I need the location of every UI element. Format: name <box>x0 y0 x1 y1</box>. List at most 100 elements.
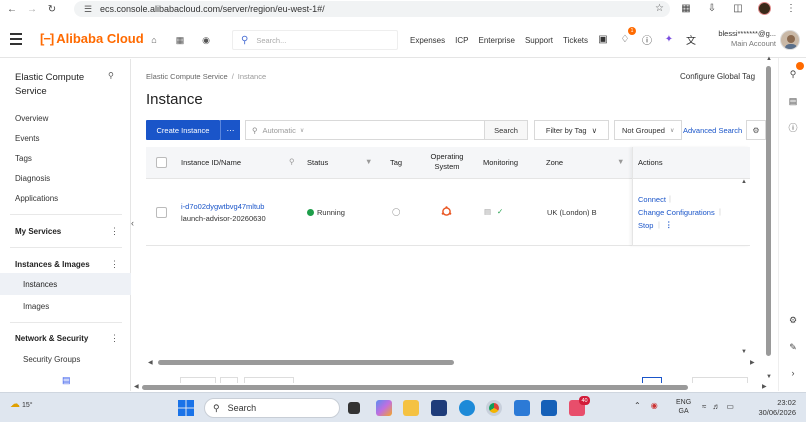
clock[interactable]: 23:02 30/06/2026 <box>754 398 796 418</box>
table-horizontal-scrollbar[interactable]: ◀ ▶ <box>146 359 756 366</box>
taskbar-search[interactable]: ⚲ Search <box>204 398 340 418</box>
security-icon[interactable]: ◉ <box>651 401 658 410</box>
stop-link[interactable]: Stop <box>638 221 653 230</box>
page-horizontal-scrollbar[interactable]: ◀ ▶ <box>132 383 772 391</box>
advanced-search-link[interactable]: Advanced Search <box>683 126 742 135</box>
table-settings-icon[interactable]: ⚙ <box>746 120 766 140</box>
store-icon[interactable] <box>431 400 447 416</box>
account-avatar[interactable] <box>780 30 800 50</box>
download-icon[interactable]: ⇩ <box>706 3 718 15</box>
battery-icon[interactable]: ▭ <box>726 402 734 411</box>
nav-link-support[interactable]: Support <box>525 36 553 45</box>
vscode-icon[interactable] <box>514 400 530 416</box>
instances-images-more-icon[interactable]: ⋮ <box>110 259 119 270</box>
scrollbar-thumb[interactable] <box>766 66 771 356</box>
volume-icon[interactable]: ♬ <box>712 402 720 411</box>
browser-menu-icon[interactable]: ⋮ <box>785 3 797 15</box>
reload-icon[interactable]: ↻ <box>46 3 58 15</box>
search-button[interactable]: Search <box>484 120 528 140</box>
nav-link-icp[interactable]: ICP <box>455 36 468 45</box>
task-view-icon[interactable] <box>348 402 360 414</box>
status-filter-icon[interactable]: ▼ <box>365 157 372 167</box>
back-icon[interactable]: ← <box>6 3 18 15</box>
chevron-up-icon[interactable]: ⌃ <box>634 401 641 410</box>
instance-id-link[interactable]: i-d7o02dygwtbvg47mltub <box>181 202 264 211</box>
sidebar-item-tags[interactable]: Tags <box>15 154 32 163</box>
my-services-more-icon[interactable]: ⋮ <box>110 226 119 237</box>
messages-icon[interactable]: ▣ <box>596 32 610 46</box>
chevron-right-icon[interactable]: › <box>787 367 799 379</box>
forward-icon[interactable]: → <box>26 3 38 15</box>
windows-start-icon[interactable] <box>178 400 194 416</box>
select-all-checkbox[interactable] <box>156 157 167 168</box>
column-search-icon[interactable]: ⚲ <box>289 157 295 167</box>
language-icon[interactable]: 文 <box>684 32 698 47</box>
brand-logo[interactable]: [−] Alibaba Cloud <box>40 31 144 46</box>
scroll-up-arrow-icon[interactable]: ▲ <box>766 56 772 62</box>
products-grid-icon[interactable]: ▦ <box>172 32 188 48</box>
sidebar-panel-icon[interactable]: ◫ <box>732 3 744 15</box>
edge-icon[interactable] <box>459 400 475 416</box>
account-info[interactable]: blessi*******@g... Main Account <box>714 29 776 49</box>
scrollbar-thumb[interactable] <box>142 385 688 390</box>
tag-icon[interactable]: ◯ <box>392 207 400 216</box>
sidebar-search-icon[interactable]: ⚲ <box>108 71 114 80</box>
weather-widget[interactable]: ☁ 15° <box>10 399 33 410</box>
scroll-right-arrow-icon[interactable]: ▶ <box>762 383 767 390</box>
help-icon[interactable]: ⓘ <box>640 32 654 47</box>
sidebar-footer-icon[interactable]: ▤ <box>62 375 71 386</box>
nav-link-expenses[interactable]: Expenses <box>410 36 445 45</box>
outlook-icon[interactable] <box>541 400 557 416</box>
hamburger-menu-icon[interactable] <box>10 33 22 48</box>
ai-assistant-icon[interactable]: ✦ <box>662 32 676 46</box>
connect-link[interactable]: Connect <box>638 195 666 204</box>
chrome-icon[interactable] <box>486 400 502 416</box>
sidebar-item-diagnosis[interactable]: Diagnosis <box>15 174 50 183</box>
file-explorer-icon[interactable] <box>403 400 419 416</box>
zone-filter-icon[interactable]: ▼ <box>617 157 624 167</box>
gear-icon[interactable]: ⚙ <box>787 314 799 326</box>
sidebar-collapse-icon[interactable]: ‹ <box>131 218 140 232</box>
sidebar-item-security-groups[interactable]: Security Groups <box>23 355 80 364</box>
sidebar-section-instances-images[interactable]: Instances & Images <box>15 260 90 269</box>
sidebar-item-applications[interactable]: Applications <box>15 194 58 203</box>
create-more-options-icon[interactable]: ⋯ <box>220 120 240 140</box>
document-icon[interactable]: ▤ <box>787 95 799 107</box>
sidebar-item-overview[interactable]: Overview <box>15 114 48 123</box>
global-search-input[interactable]: ⚲ Search... <box>232 30 398 50</box>
help-icon[interactable]: ⓘ <box>787 121 799 133</box>
search-icon[interactable]: ⚲ <box>787 62 804 80</box>
scroll-right-arrow-icon[interactable]: ▶ <box>750 359 755 366</box>
sidebar-section-network-security[interactable]: Network & Security <box>15 334 88 343</box>
scroll-down-arrow-icon[interactable]: ▼ <box>766 374 772 380</box>
table-vertical-scrollbar[interactable]: ▲ ▼ <box>741 179 750 359</box>
copilot-icon[interactable] <box>376 400 392 416</box>
scroll-up-arrow-icon[interactable]: ▲ <box>741 179 747 185</box>
nav-link-enterprise[interactable]: Enterprise <box>478 36 514 45</box>
configure-global-tag-link[interactable]: Configure Global Tag <box>680 72 755 81</box>
scrollbar-thumb[interactable] <box>158 360 454 365</box>
filter-by-tag-dropdown[interactable]: Filter by Tag ∨ <box>534 120 609 140</box>
sidebar-item-instances[interactable]: Instances <box>0 273 131 295</box>
sidebar-item-images[interactable]: Images <box>23 302 49 311</box>
sidebar-section-my-services[interactable]: My Services <box>15 227 61 236</box>
breadcrumb-root[interactable]: Elastic Compute Service <box>146 72 228 81</box>
instance-filter-input[interactable]: ⚲ Automatic ∨ <box>245 120 485 140</box>
location-pin-icon[interactable]: ◉ <box>198 32 214 48</box>
network-security-more-icon[interactable]: ⋮ <box>110 333 119 344</box>
monitoring-chart-icon[interactable]: ▤ <box>484 207 491 216</box>
monitoring-ok-icon[interactable]: ✓ <box>497 207 503 216</box>
extensions-icon[interactable]: ▦ <box>680 3 692 15</box>
row-checkbox[interactable] <box>156 207 167 218</box>
language-indicator[interactable]: ENG GA <box>676 398 691 416</box>
edit-icon[interactable]: ✎ <box>787 341 799 353</box>
create-instance-button[interactable]: Create Instance <box>146 120 220 140</box>
address-bar[interactable]: ☰ ecs.console.alibabacloud.com/server/re… <box>74 1 670 17</box>
app-with-badge-icon[interactable]: 40 <box>569 396 590 416</box>
change-configurations-link[interactable]: Change Configurations <box>638 208 715 217</box>
nav-link-tickets[interactable]: Tickets <box>563 36 588 45</box>
scroll-left-arrow-icon[interactable]: ◀ <box>134 383 139 390</box>
bell-icon[interactable]: ♢ 1 <box>618 27 636 46</box>
profile-avatar[interactable] <box>758 2 771 15</box>
page-vertical-scrollbar[interactable]: ▲ ▼ <box>764 56 774 386</box>
